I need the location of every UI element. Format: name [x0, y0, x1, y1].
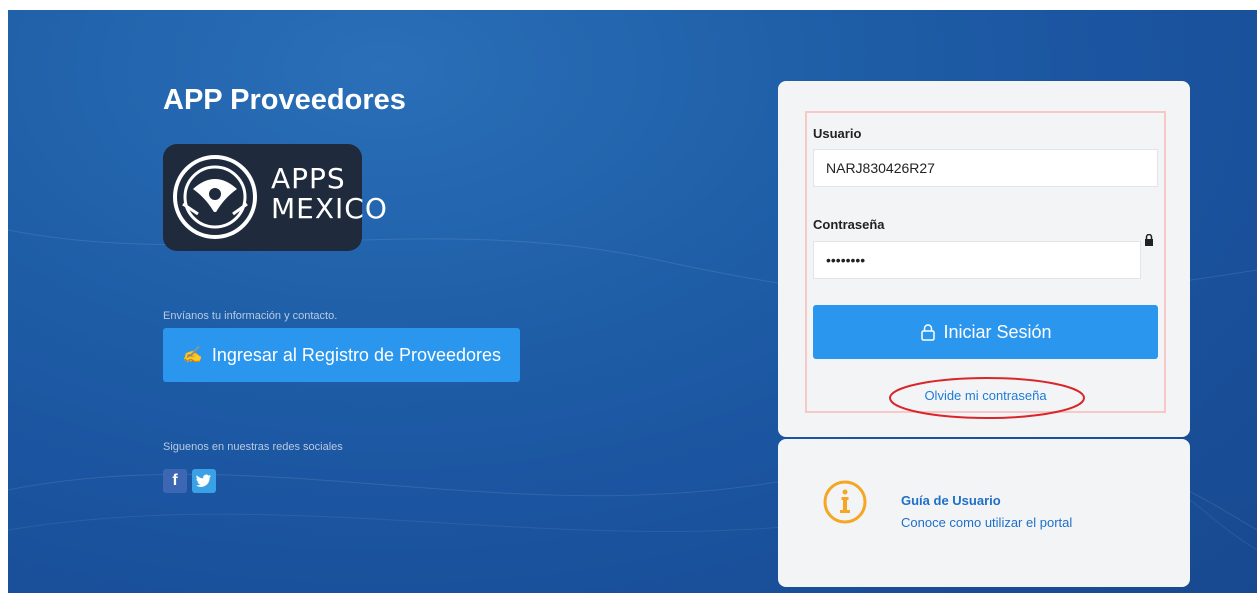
login-card: Usuario NARJ830426R27 Contraseña •••••••…: [778, 81, 1190, 437]
password-label: Contraseña: [813, 217, 885, 232]
register-suppliers-button[interactable]: ✍ Ingresar al Registro de Proveedores: [163, 328, 520, 382]
password-input[interactable]: ••••••••: [813, 241, 1141, 279]
forgot-password-link[interactable]: Olvide mi contraseña: [807, 388, 1164, 403]
facebook-icon[interactable]: f: [163, 469, 187, 493]
contact-text: Envíanos tu información y contacto.: [163, 310, 338, 322]
app-title: APP Proveedores: [163, 84, 406, 116]
guide-subtitle[interactable]: Conoce como utilizar el portal: [901, 515, 1072, 530]
info-icon: [823, 480, 867, 524]
user-guide-card[interactable]: Guía de Usuario Conoce como utilizar el …: [778, 439, 1190, 587]
login-page-background: APP Proveedores APPS MEXICO Envíanos tu …: [8, 10, 1257, 593]
social-text: Siguenos en nuestras redes sociales: [163, 441, 343, 453]
guide-title[interactable]: Guía de Usuario: [901, 493, 1001, 508]
username-label: Usuario: [813, 126, 862, 141]
login-form: Usuario NARJ830426R27 Contraseña •••••••…: [805, 111, 1166, 419]
username-input[interactable]: NARJ830426R27: [813, 149, 1158, 187]
lock-icon: [1145, 234, 1153, 246]
login-button[interactable]: Iniciar Sesión: [813, 305, 1158, 359]
signature-icon: ✍: [181, 347, 202, 364]
logo-text: APPS MEXICO: [271, 162, 388, 225]
register-button-label: Ingresar al Registro de Proveedores: [211, 344, 502, 365]
twitter-icon[interactable]: [192, 469, 216, 493]
lock-outline-icon: [921, 324, 936, 341]
login-button-label: Iniciar Sesión: [943, 321, 1052, 342]
apps-mexico-logo: APPS MEXICO: [163, 144, 387, 251]
